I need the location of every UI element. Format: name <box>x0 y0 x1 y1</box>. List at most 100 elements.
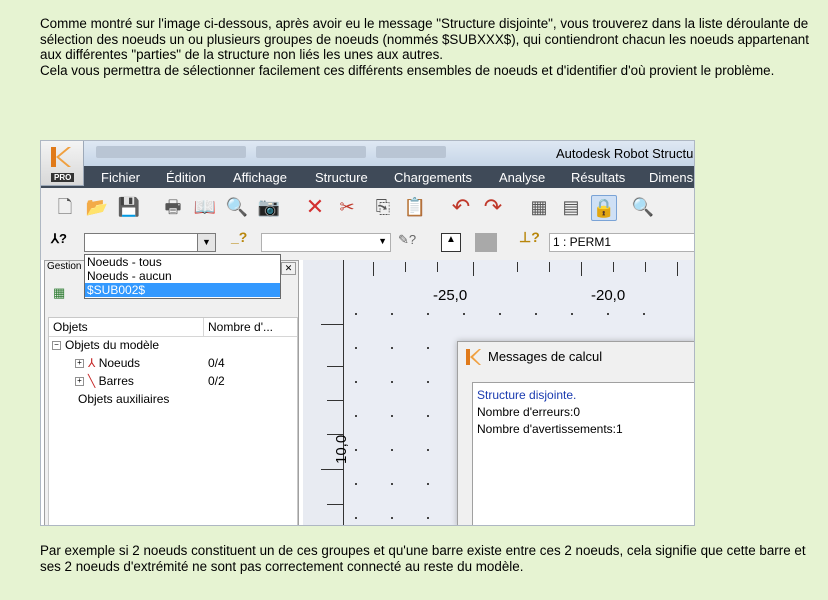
intro-line-2: Cela vous permettra de sélectionner faci… <box>40 62 775 78</box>
main-toolbar: 🗋 📂 💾 🖶 📖 🔍 📷 ✕ ✂ ⎘ 📋 ↶ ↷ ▦ ▤ 🔒 🔍 <box>41 188 694 227</box>
grid-dot <box>355 449 357 451</box>
grid-dot <box>355 415 357 417</box>
lock-icon[interactable]: 🔒 <box>591 195 617 221</box>
menu-analyse[interactable]: Analyse <box>499 170 545 185</box>
copy-icon[interactable]: ⎘ <box>371 195 395 219</box>
window-titlebar: Autodesk Robot Structu <box>41 141 694 166</box>
bar-selection-combo[interactable]: ▼ <box>261 233 391 252</box>
panel-tool-icon[interactable]: ▦ <box>53 285 65 301</box>
menu-edition[interactable]: Édition <box>166 170 206 185</box>
calculation-messages-dialog: Messages de calcul Structure disjointe. … <box>457 341 694 525</box>
window-title: Autodesk Robot Structu <box>556 146 694 161</box>
tree-item-auxiliary-objects[interactable]: Objets auxiliaires <box>78 392 169 406</box>
expand-icon[interactable]: + <box>75 359 84 369</box>
object-inspector-panel: Gestion ✕ ▦ Objets Nombre d'... − Objets … <box>44 260 299 525</box>
redo-icon[interactable]: ↷ <box>481 195 505 219</box>
horizontal-ruler: -25,0 -20,0 <box>343 260 694 304</box>
grid-dot <box>499 313 501 315</box>
nodes-count: 0/4 <box>208 356 225 370</box>
node-selection-icon[interactable]: ⅄? <box>51 231 67 247</box>
grid-dot <box>391 313 393 315</box>
grid-dot <box>427 415 429 417</box>
tree-item-model-objects[interactable]: − Objets du modèle <box>52 338 159 352</box>
grid-dot <box>391 483 393 485</box>
undo-icon[interactable]: ↶ <box>449 195 473 219</box>
menu-affichage[interactable]: Affichage <box>233 170 287 185</box>
expand-icon[interactable]: + <box>75 377 84 387</box>
grid-dot <box>355 483 357 485</box>
grid-dot <box>355 347 357 349</box>
dialog-title: Messages de calcul <box>488 349 603 364</box>
grid-dot <box>391 415 393 417</box>
pro-badge: PRO <box>51 173 75 182</box>
robot-k-icon <box>466 349 481 365</box>
paste-icon[interactable]: 📋 <box>403 195 427 219</box>
table-icon[interactable]: ▤ <box>559 195 583 219</box>
robot-k-icon <box>51 147 71 167</box>
grid-dot <box>535 313 537 315</box>
menu-chargements[interactable]: Chargements <box>394 170 472 185</box>
grid-dot <box>643 313 645 315</box>
cursor-help-icon[interactable]: ✎? <box>398 232 416 248</box>
menu-structure[interactable]: Structure <box>315 170 368 185</box>
grid-dot <box>427 449 429 451</box>
panel-title: Gestion <box>47 261 82 272</box>
node-selection-combo[interactable]: ▼ <box>84 233 216 252</box>
bar-selection-icon[interactable]: _? <box>231 229 247 245</box>
grid-dot <box>391 517 393 519</box>
tree-item-bars[interactable]: + ╲ Barres <box>75 374 134 388</box>
grid-dot <box>427 517 429 519</box>
collapse-icon[interactable]: − <box>52 341 61 351</box>
menu-fichier[interactable]: Fichier <box>101 170 140 185</box>
app-logo[interactable]: PRO <box>41 141 84 186</box>
chevron-down-icon[interactable]: ▼ <box>197 234 215 251</box>
camera-icon[interactable]: 📷 <box>257 195 281 219</box>
menu-dimensionnement[interactable]: Dimensi <box>649 170 694 185</box>
grid-dot <box>391 381 393 383</box>
menu-bar: Fichier Édition Affichage Structure Char… <box>41 166 694 188</box>
grid-dot <box>571 313 573 315</box>
grid-dot <box>355 313 357 315</box>
grey-square-icon[interactable] <box>475 233 497 252</box>
zoom-icon[interactable]: 🔍 <box>631 195 655 219</box>
intro-paragraph: Comme montré sur l'image ci-dessous, apr… <box>40 16 815 78</box>
column-header-nombre[interactable]: Nombre d'... <box>204 318 297 337</box>
object-tree-grid: Objets Nombre d'... − Objets du modèle + ⅄… <box>48 317 298 525</box>
menu-resultats[interactable]: Résultats <box>571 170 625 185</box>
close-icon[interactable]: ✕ <box>281 262 296 275</box>
view-icon[interactable]: ▲ <box>441 233 461 252</box>
dropdown-option-sub002[interactable]: $SUB002$ <box>85 283 280 297</box>
grid-dot <box>391 347 393 349</box>
print-icon[interactable]: 🖶 <box>161 195 185 219</box>
book-icon[interactable]: 📖 <box>193 195 217 219</box>
vertical-ruler: 10,0 <box>303 260 350 525</box>
tree-item-nodes[interactable]: + ⅄ Noeuds <box>75 356 140 370</box>
open-folder-icon[interactable]: 📂 <box>85 195 109 219</box>
outro-paragraph: Par exemple si 2 noeuds constituent un d… <box>40 543 806 574</box>
grid-dot <box>355 517 357 519</box>
cut-icon[interactable]: ✂ <box>335 195 359 219</box>
y-axis-label: 10,0 <box>333 434 350 464</box>
dropdown-option-no-nodes[interactable]: Noeuds - aucun <box>85 269 280 283</box>
grid-dot <box>391 449 393 451</box>
delete-icon[interactable]: ✕ <box>303 195 327 219</box>
grid-dot <box>355 381 357 383</box>
message-error-count: Nombre d'erreurs:0 <box>477 405 580 419</box>
grid-dot <box>607 313 609 315</box>
node-icon: ⅄ <box>88 356 96 370</box>
column-header-objets[interactable]: Objets <box>49 318 204 337</box>
node-selection-dropdown: Noeuds - tous Noeuds - aucun $SUB002$ <box>84 254 281 299</box>
grid-dot <box>427 483 429 485</box>
dropdown-option-all-nodes[interactable]: Noeuds - tous <box>85 255 280 269</box>
grid-dot <box>427 381 429 383</box>
message-structure-disjointe[interactable]: Structure disjointe. <box>477 387 694 404</box>
preview-icon[interactable]: 🔍 <box>225 195 249 219</box>
calculator-icon[interactable]: ▦ <box>527 195 551 219</box>
new-file-icon[interactable]: 🗋 <box>53 195 77 219</box>
load-case-combo[interactable]: 1 : PERM1 <box>549 233 694 252</box>
save-icon[interactable]: 💾 <box>117 195 141 219</box>
intro-line-1: Comme montré sur l'image ci-dessous, apr… <box>40 16 809 63</box>
case-selection-icon[interactable]: ⊥? <box>519 229 540 246</box>
bars-count: 0/2 <box>208 374 225 388</box>
grid-dot <box>427 347 429 349</box>
